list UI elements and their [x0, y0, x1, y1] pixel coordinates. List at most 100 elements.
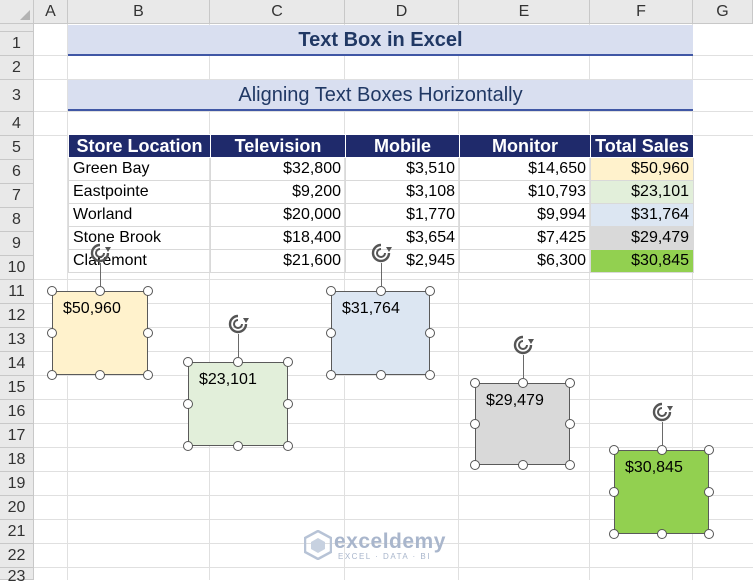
cell-television[interactable]: $20,000	[210, 203, 346, 227]
header-mobile[interactable]: Mobile	[345, 134, 460, 158]
sheet-subtitle[interactable]: Aligning Text Boxes Horizontally	[68, 80, 693, 111]
cell-television[interactable]: $18,400	[210, 226, 346, 250]
cell-television[interactable]: $32,800	[210, 157, 346, 181]
resize-handle[interactable]	[517, 378, 528, 388]
resize-handle[interactable]	[283, 441, 293, 451]
header-total-sales[interactable]: Total Sales	[590, 134, 694, 158]
header-television[interactable]: Television	[210, 134, 346, 158]
row-header-10[interactable]: 10	[0, 256, 34, 280]
row-header-14[interactable]: 14	[0, 352, 34, 376]
resize-handle[interactable]	[47, 286, 57, 296]
cell-total[interactable]: $50,960	[590, 157, 694, 181]
select-all-corner[interactable]	[0, 0, 34, 24]
resize-handle[interactable]	[425, 286, 435, 296]
cell-monitor[interactable]: $10,793	[459, 180, 591, 204]
resize-handle[interactable]	[47, 370, 57, 380]
row-header-3[interactable]: 3	[0, 80, 34, 112]
cell-total[interactable]: $30,845	[590, 249, 694, 273]
row-header-22[interactable]: 22	[0, 544, 34, 568]
row-header-12[interactable]: 12	[0, 304, 34, 328]
resize-handle[interactable]	[425, 328, 435, 338]
resize-handle[interactable]	[183, 441, 193, 451]
resize-handle[interactable]	[704, 445, 714, 455]
resize-handle[interactable]	[95, 370, 105, 380]
col-header-a[interactable]: A	[34, 0, 68, 24]
col-header-g[interactable]: G	[693, 0, 753, 24]
cell-mobile[interactable]: $3,108	[345, 180, 460, 204]
text-box[interactable]: $30,845	[614, 450, 709, 534]
resize-handle[interactable]	[233, 357, 243, 367]
header-store-location[interactable]: Store Location	[68, 134, 211, 158]
text-box[interactable]: $23,101	[188, 362, 288, 446]
row-header-9[interactable]: 9	[0, 232, 34, 256]
resize-handle[interactable]	[609, 487, 619, 497]
col-header-c[interactable]: C	[210, 0, 345, 24]
cell-television[interactable]: $9,200	[210, 180, 346, 204]
row-header-11[interactable]: 11	[0, 280, 34, 304]
sheet-title[interactable]: Text Box in Excel	[68, 25, 693, 56]
resize-handle[interactable]	[47, 328, 57, 338]
resize-handle[interactable]	[95, 286, 105, 296]
resize-handle[interactable]	[233, 441, 243, 451]
resize-handle[interactable]	[565, 460, 575, 470]
resize-handle[interactable]	[425, 370, 435, 380]
col-header-d[interactable]: D	[345, 0, 459, 24]
cell-total[interactable]: $29,479	[590, 226, 694, 250]
rotate-handle-icon[interactable]	[88, 241, 112, 265]
resize-handle[interactable]	[704, 529, 714, 539]
rotate-handle-icon[interactable]	[226, 312, 250, 336]
cell-store[interactable]: Eastpointe	[68, 180, 211, 204]
row-header-6[interactable]: 6	[0, 160, 34, 184]
row-header-16[interactable]: 16	[0, 400, 34, 424]
col-header-b[interactable]: B	[68, 0, 210, 24]
cell-television[interactable]: $21,600	[210, 249, 346, 273]
resize-handle[interactable]	[565, 419, 575, 429]
rotate-handle-icon[interactable]	[369, 241, 393, 265]
resize-handle[interactable]	[656, 529, 667, 539]
resize-handle[interactable]	[283, 399, 293, 409]
row-header-19[interactable]: 19	[0, 472, 34, 496]
row-header-7[interactable]: 7	[0, 184, 34, 208]
resize-handle[interactable]	[375, 286, 386, 296]
cell-mobile[interactable]: $3,654	[345, 226, 460, 250]
row-header-21[interactable]: 21	[0, 520, 34, 544]
cell-mobile[interactable]: $2,945	[345, 249, 460, 273]
resize-handle[interactable]	[517, 460, 528, 470]
row-header-4[interactable]: 4	[0, 112, 34, 136]
row-header-23[interactable]: 23	[0, 568, 34, 585]
cell-total[interactable]: $23,101	[590, 180, 694, 204]
cell-monitor[interactable]: $6,300	[459, 249, 591, 273]
rotate-handle-icon[interactable]	[650, 400, 674, 424]
cell-monitor[interactable]: $7,425	[459, 226, 591, 250]
row-header-5[interactable]: 5	[0, 136, 34, 160]
resize-handle[interactable]	[183, 357, 193, 367]
resize-handle[interactable]	[704, 487, 714, 497]
row-header-15[interactable]: 15	[0, 376, 34, 400]
resize-handle[interactable]	[609, 529, 619, 539]
resize-handle[interactable]	[470, 419, 480, 429]
resize-handle[interactable]	[565, 378, 575, 388]
row-header-20[interactable]: 20	[0, 496, 34, 520]
resize-handle[interactable]	[326, 370, 336, 380]
cell-store[interactable]: Green Bay	[68, 157, 211, 181]
resize-handle[interactable]	[470, 378, 480, 388]
cell-mobile[interactable]: $3,510	[345, 157, 460, 181]
col-header-e[interactable]: E	[459, 0, 590, 24]
cell-store[interactable]: Worland	[68, 203, 211, 227]
resize-handle[interactable]	[183, 399, 193, 409]
cell-mobile[interactable]: $1,770	[345, 203, 460, 227]
text-box[interactable]: $29,479	[475, 383, 570, 465]
rotate-handle-icon[interactable]	[511, 333, 535, 357]
header-monitor[interactable]: Monitor	[459, 134, 591, 158]
row-header-18[interactable]: 18	[0, 448, 34, 472]
text-box[interactable]: $50,960	[52, 291, 148, 375]
resize-handle[interactable]	[609, 445, 619, 455]
resize-handle[interactable]	[283, 357, 293, 367]
resize-handle[interactable]	[656, 445, 667, 455]
cell-total[interactable]: $31,764	[590, 203, 694, 227]
resize-handle[interactable]	[143, 370, 153, 380]
text-box[interactable]: $31,764	[331, 291, 430, 375]
resize-handle[interactable]	[143, 328, 153, 338]
row-header-17[interactable]: 17	[0, 424, 34, 448]
resize-handle[interactable]	[326, 328, 336, 338]
